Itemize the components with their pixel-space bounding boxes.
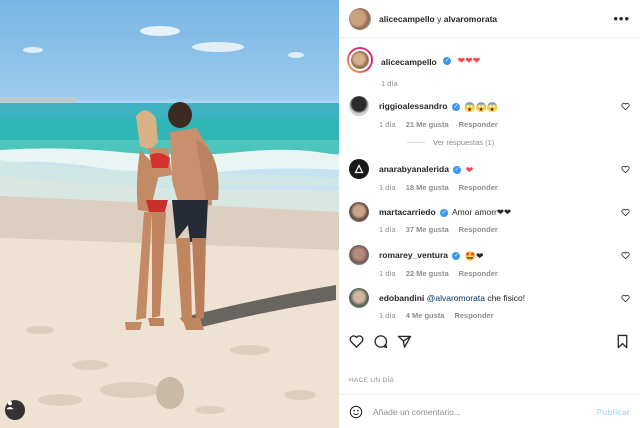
reply-button[interactable]: Responder [459, 183, 498, 192]
owner-link-2[interactable]: alvaromorata [444, 14, 497, 24]
comment-composer: Publicar [339, 394, 640, 428]
comment-avatar[interactable] [349, 288, 369, 308]
comment-likes[interactable]: 18 Me gusta [406, 183, 449, 192]
comment-list: riggioalessandro ✓ 😱😱😱 1 día 21 Me gusta… [339, 96, 640, 331]
comment-text: 😱😱😱 [464, 101, 498, 112]
owner-separator: y [437, 13, 442, 24]
like-comment-heart-icon[interactable] [621, 102, 630, 111]
comment-item: riggioalessandro ✓ 😱😱😱 1 día 21 Me gusta… [349, 96, 630, 149]
comment-likes[interactable]: 22 Me gusta [406, 269, 449, 278]
comment-mention[interactable]: @alvaromorata [427, 293, 485, 303]
comment-text: 🤩❤ [464, 250, 484, 261]
reply-button[interactable]: Responder [459, 120, 498, 129]
comment-text: Amor amorr❤❤ [451, 207, 512, 217]
verified-badge-icon: ✓ [453, 165, 462, 174]
verified-badge-icon: ✓ [440, 208, 449, 217]
comment-likes[interactable]: 37 Me gusta [406, 225, 449, 234]
post-actions [339, 331, 640, 351]
post-header: alicecampello y alvaromorata ••• [339, 0, 640, 38]
comment-time[interactable]: 1 día [379, 183, 396, 192]
heart-icon[interactable] [349, 334, 364, 349]
comment-text: che fisico! [487, 293, 526, 303]
comment-avatar[interactable] [349, 96, 369, 116]
bookmark-icon[interactable] [615, 334, 630, 349]
comment-time[interactable]: 1 día [379, 120, 396, 129]
publish-button[interactable]: Publicar [596, 407, 630, 417]
comment-username[interactable]: anarabyanalerida [379, 164, 449, 174]
post-caption: alicecampello ✓ ❤❤❤ 1 día [339, 38, 640, 96]
like-comment-heart-icon[interactable] [621, 208, 630, 217]
comment-username[interactable]: romarey_ventura [379, 250, 448, 260]
user-tag-icon[interactable] [5, 400, 25, 420]
post-side-panel: alicecampello y alvaromorata ••• aliceca… [339, 0, 640, 428]
comment-input[interactable] [373, 406, 597, 417]
comment-item: romarey_ventura ✓ 🤩❤ 1 día 22 Me gusta R… [349, 245, 630, 288]
verified-badge-icon: ✓ [452, 251, 461, 260]
view-replies-button[interactable]: Ver respuestas (1) [407, 138, 630, 147]
reply-button[interactable]: Responder [454, 311, 493, 320]
header-avatar[interactable] [349, 7, 371, 30]
owner-link-1[interactable]: alicecampello [379, 14, 435, 24]
reply-button[interactable]: Responder [459, 225, 498, 234]
comment-item: anarabyanalerida ✓ ❤ 1 día 18 Me gusta R… [349, 159, 630, 202]
comment-text: ❤ [465, 164, 474, 175]
replies-divider [407, 141, 425, 143]
comment-time[interactable]: 1 día [379, 225, 396, 234]
comment-username[interactable]: martacarriedo [379, 207, 436, 217]
verified-badge-icon: ✓ [443, 56, 452, 65]
like-comment-heart-icon[interactable] [621, 165, 630, 174]
comment-time[interactable]: 1 día [379, 311, 396, 320]
post-owners: alicecampello y alvaromorata [379, 14, 613, 24]
caption-text: ❤❤❤ [457, 55, 481, 66]
comment-time[interactable]: 1 día [379, 269, 396, 278]
comment-avatar[interactable] [349, 159, 369, 179]
emoji-face-icon[interactable] [349, 405, 363, 419]
beach-photo [0, 26, 339, 428]
more-horizontal-icon[interactable]: ••• [613, 12, 630, 25]
comment-item: martacarriedo ✓ Amor amorr❤❤ 1 día 37 Me… [349, 202, 630, 245]
caption-time[interactable]: 1 día [381, 79, 480, 88]
comment-avatar[interactable] [349, 245, 369, 265]
reply-button[interactable]: Responder [459, 269, 498, 278]
comment-icon[interactable] [373, 334, 388, 349]
comment-username[interactable]: edobandini [379, 293, 424, 303]
like-comment-heart-icon[interactable] [621, 294, 630, 303]
comment-likes[interactable]: 4 Me gusta [406, 311, 445, 320]
view-replies-label: Ver respuestas (1) [433, 137, 495, 147]
caption-avatar[interactable] [347, 47, 373, 73]
comment-username[interactable]: riggioalessandro [379, 101, 448, 111]
verified-badge-icon: ✓ [451, 102, 460, 111]
comment-item: edobandini @alvaromorata che fisico! 1 d… [349, 288, 630, 331]
caption-username[interactable]: alicecampello [381, 57, 437, 67]
like-comment-heart-icon[interactable] [621, 251, 630, 260]
paper-plane-icon[interactable] [397, 334, 412, 349]
post-photo[interactable] [0, 0, 339, 428]
comment-avatar[interactable] [349, 202, 369, 222]
comment-likes[interactable]: 21 Me gusta [406, 120, 449, 129]
post-timestamp[interactable]: HACE UN DÍA [349, 377, 394, 384]
